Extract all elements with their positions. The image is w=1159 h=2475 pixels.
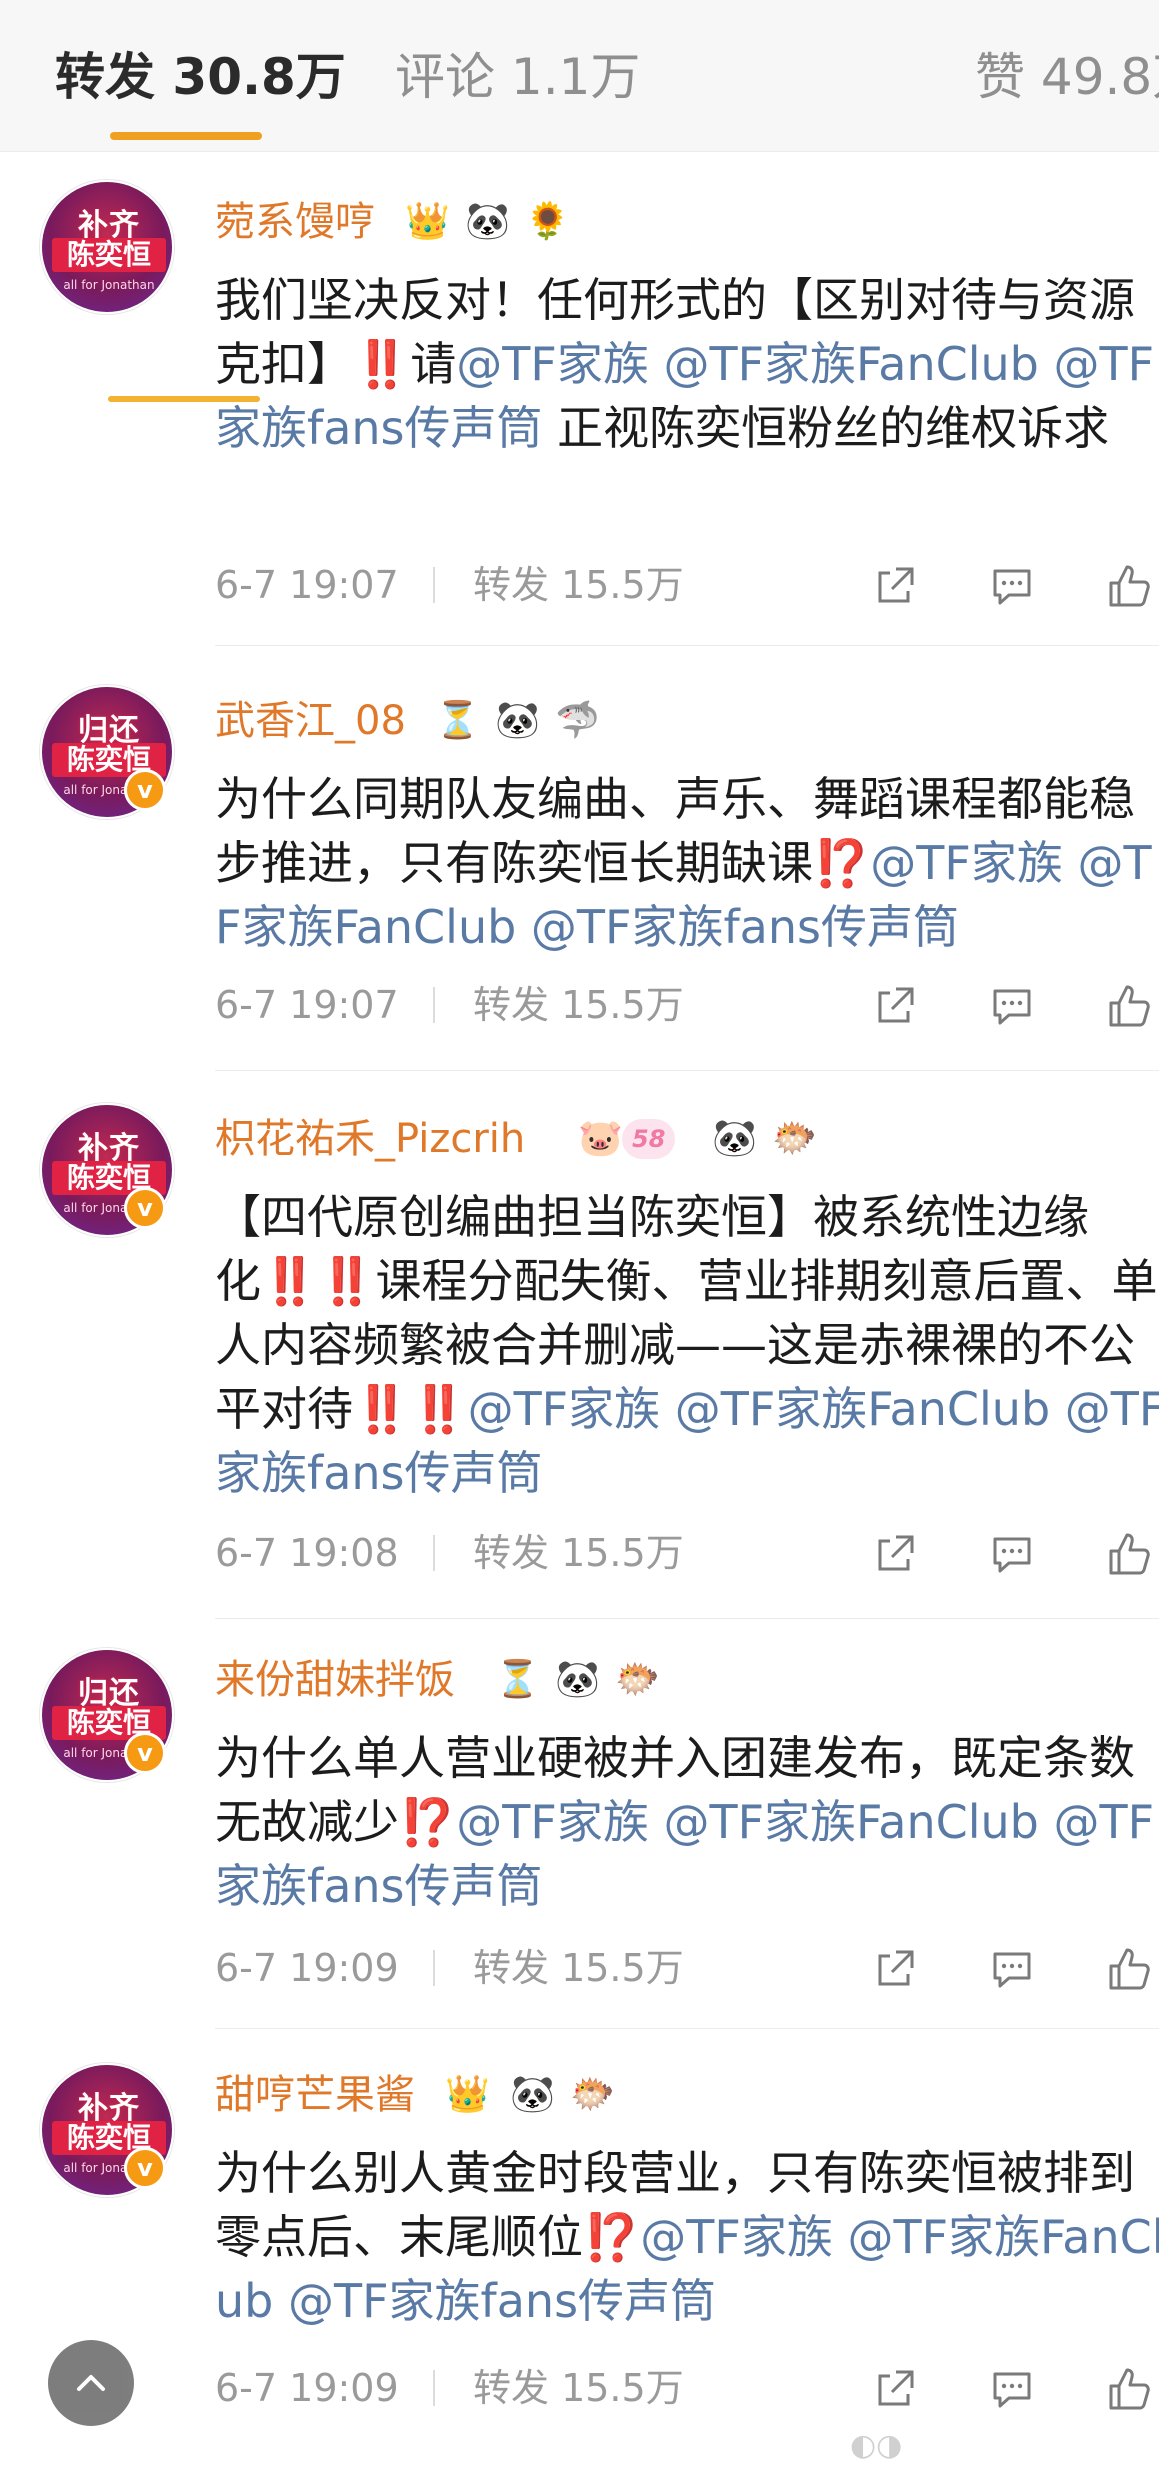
share-icon[interactable]	[870, 981, 920, 1031]
comment-icon[interactable]	[987, 1944, 1037, 1994]
mention-link[interactable]: @TF家族	[870, 836, 1063, 890]
like-icon[interactable]	[1105, 561, 1155, 611]
shark-icon: 🦈	[555, 700, 600, 741]
like-icon[interactable]	[1105, 1529, 1155, 1579]
repost-count: 转发 15.5万	[473, 1531, 684, 1575]
hourglass-icon: ⏳	[495, 1659, 540, 1700]
avatar[interactable]: 补齐 陈奕恒 all for Jonathan	[40, 180, 174, 314]
comment-icon[interactable]	[987, 561, 1037, 611]
pig-icon: 🐷	[578, 1118, 623, 1159]
share-icon[interactable]	[870, 561, 920, 611]
divider	[215, 645, 1159, 646]
share-icon[interactable]	[870, 2364, 920, 2414]
separator	[433, 1950, 435, 1986]
mention-link[interactable]: @TF家族fans传声筒	[288, 2274, 716, 2328]
mention-link[interactable]: @TF家族FanClub	[663, 337, 1038, 391]
comment-meta: 6-7 19:08 转发 15.5万	[215, 1523, 1159, 1583]
comment-meta: 6-7 19:07 转发 15.5万	[215, 555, 1159, 615]
tab-bar: 转发 30.8万 评论 1.1万 赞 49.8万	[0, 0, 1159, 152]
comment-icon[interactable]	[987, 981, 1037, 1031]
divider	[215, 1618, 1159, 1619]
tab-reposts[interactable]: 转发 30.8万	[55, 42, 346, 112]
mention-link[interactable]: @TF家族	[468, 1382, 661, 1436]
panda-icon: 🐼	[495, 700, 540, 741]
comment-icon[interactable]	[987, 1529, 1037, 1579]
repost-count: 转发 15.5万	[473, 563, 684, 607]
like-icon[interactable]	[1105, 2364, 1155, 2414]
username[interactable]: 甜哼芒果酱	[215, 2067, 415, 2123]
comment-text: 为什么别人黄金时段营业，只有陈奕恒被排到零点后、末尾顺位⁉️@TF家族 @TF家…	[215, 2141, 1159, 2333]
sunflower-icon: 🌻	[525, 201, 570, 242]
comment-text: 【四代原创编曲担当陈奕恒】被系统性边缘化‼️‼️课程分配失衡、营业排期刻意后置、…	[215, 1185, 1159, 1505]
mention-link[interactable]: @TF家族FanClub	[663, 1795, 1038, 1849]
verified-badge-icon: v	[124, 1732, 166, 1774]
verified-badge-icon: v	[124, 1187, 166, 1229]
tab-likes[interactable]: 赞 49.8万	[975, 42, 1159, 112]
mention-link[interactable]: @TF家族	[640, 2210, 833, 2264]
like-icon[interactable]	[1105, 981, 1155, 1031]
avatar-bottom-text: all for Jonathan	[63, 278, 155, 292]
username[interactable]: 武香江_08	[215, 693, 406, 749]
comment-text: 我们坚决反对！任何形式的【区别对待与资源克扣】‼️请@TF家族 @TF家族Fan…	[215, 273, 1155, 455]
separator	[433, 1535, 435, 1571]
separator	[433, 2370, 435, 2406]
comment-meta: 6-7 19:09 转发 15.5万	[215, 1938, 1159, 1998]
mention-link[interactable]: @TF家族fans传声筒	[531, 900, 959, 954]
timestamp: 6-7 19:07	[215, 983, 399, 1027]
username[interactable]: 来份甜妹拌饭	[215, 1652, 455, 1708]
pufferfish-icon: 🐡	[772, 1118, 817, 1159]
panda-icon: 🐼	[510, 2074, 555, 2115]
comment-meta: 6-7 19:07 转发 15.5万	[215, 975, 1159, 1035]
avatar-middle-text: 陈奕恒	[52, 238, 166, 272]
mention-link[interactable]: @TF家族FanClub	[675, 1382, 1050, 1436]
timestamp: 6-7 19:08	[215, 1531, 399, 1575]
hourglass-icon: ⏳	[435, 700, 480, 741]
comment-meta: 6-7 19:09 转发 15.5万	[215, 2358, 1159, 2418]
username[interactable]: 菀系馒哼	[215, 194, 375, 250]
watermark: ◐◑	[850, 2428, 903, 2463]
crown-badge-icon: 👑	[445, 2074, 490, 2115]
panda-icon: 🐼	[465, 201, 510, 242]
timestamp: 6-7 19:09	[215, 1946, 399, 1990]
repost-count: 转发 15.5万	[473, 1946, 684, 1990]
comment-text: 为什么单人营业硬被并入团建发布，既定条数无故减少⁉️@TF家族 @TF家族Fan…	[215, 1731, 1155, 1913]
active-tab-indicator	[110, 132, 262, 140]
username[interactable]: 枳花祐禾_Pizcrih	[215, 1111, 525, 1167]
pufferfish-icon: 🐡	[570, 2074, 615, 2115]
mention-link[interactable]: @TF家族	[456, 1795, 649, 1849]
pufferfish-icon: 🐡	[615, 1659, 660, 1700]
separator	[433, 987, 435, 1023]
share-icon[interactable]	[870, 1529, 920, 1579]
tab-comments[interactable]: 评论 1.1万	[395, 42, 640, 112]
panda-icon: 🐼	[712, 1118, 757, 1159]
share-icon[interactable]	[870, 1944, 920, 1994]
chevron-up-icon	[77, 2375, 105, 2391]
repost-count: 转发 15.5万	[473, 2366, 684, 2410]
mention-link[interactable]: @TF家族	[456, 337, 649, 391]
crown-badge-icon: 👑	[405, 201, 450, 242]
repost-count: 转发 15.5万	[473, 983, 684, 1027]
comment-text: 为什么同期队友编曲、声乐、舞蹈课程都能稳步推进，只有陈奕恒长期缺课⁉️@TF家族…	[215, 772, 1152, 954]
timestamp: 6-7 19:09	[215, 2366, 399, 2410]
timestamp: 6-7 19:07	[215, 563, 399, 607]
verified-badge-icon: v	[124, 769, 166, 811]
level-badge: 58	[622, 1119, 676, 1159]
comment-list-page: 转发 30.8万 评论 1.1万 赞 49.8万 补齐 陈奕恒 all for …	[0, 0, 1159, 2475]
like-icon[interactable]	[1105, 1944, 1155, 1994]
comment-icon[interactable]	[987, 2364, 1037, 2414]
divider	[215, 2028, 1159, 2029]
panda-icon: 🐼	[555, 1659, 600, 1700]
verified-badge-icon: v	[124, 2147, 166, 2189]
back-to-top-button[interactable]	[48, 2340, 134, 2426]
divider	[215, 1070, 1159, 1071]
separator	[433, 567, 435, 603]
